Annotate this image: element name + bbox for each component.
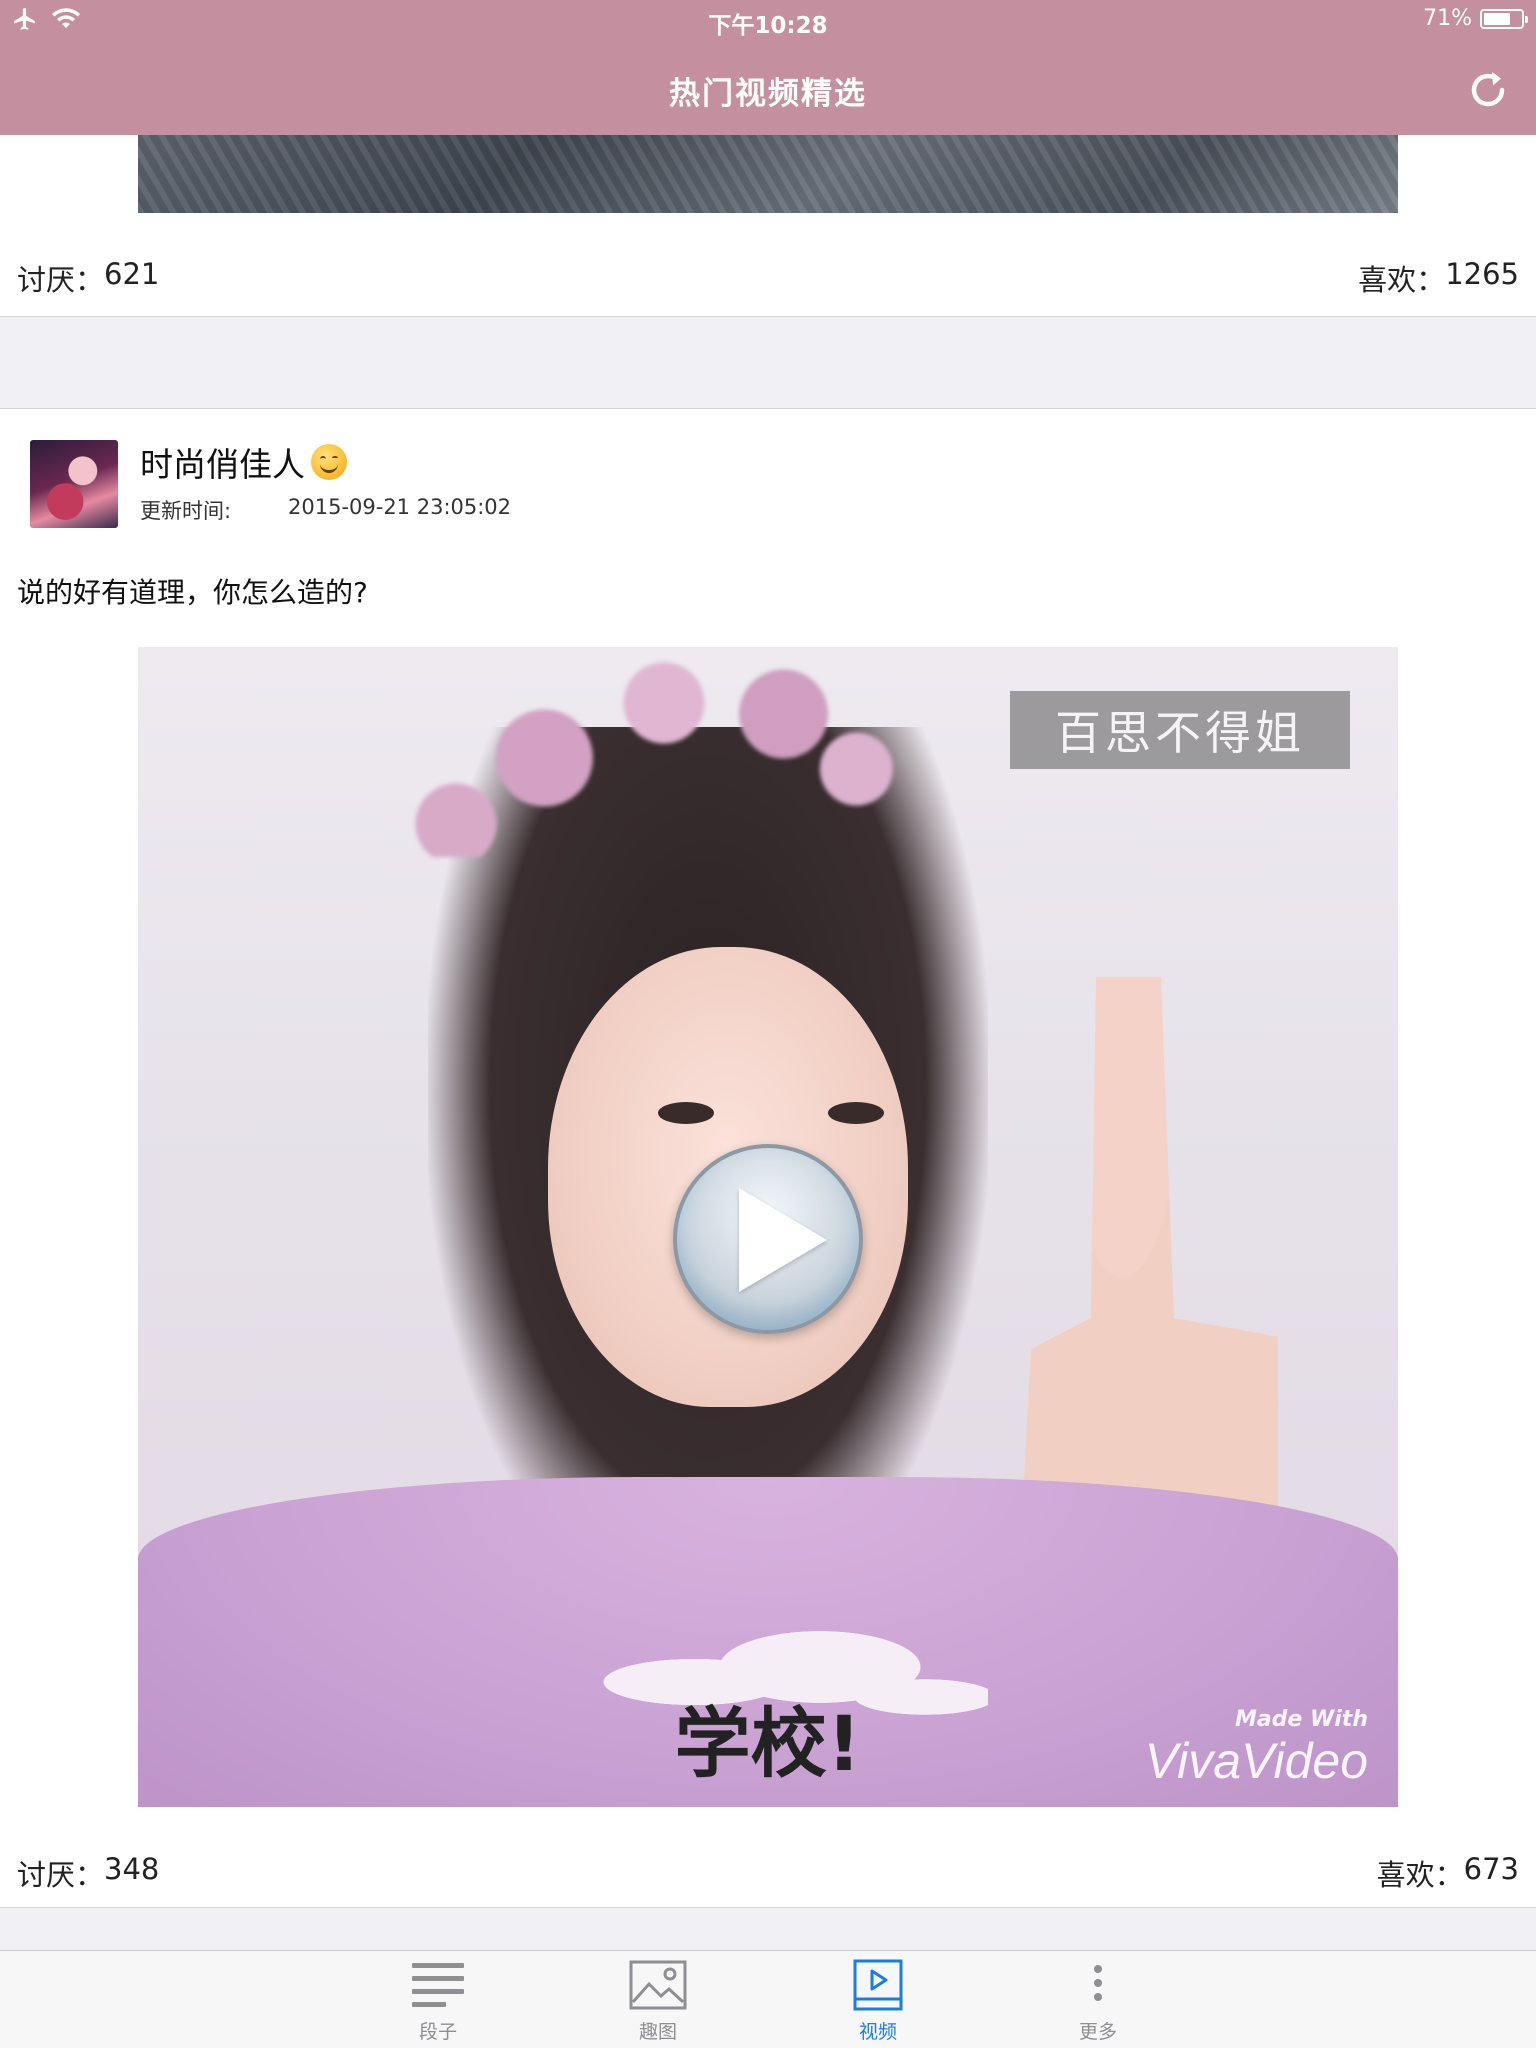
post-separator xyxy=(0,316,1536,409)
like-count: 1265 xyxy=(1445,257,1519,291)
username-text: 时尚俏佳人 xyxy=(140,445,305,484)
tab-label: 更多 xyxy=(1078,2021,1117,2043)
tab-label: 视频 xyxy=(858,2021,897,2043)
play-icon xyxy=(739,1188,827,1292)
post-votes: 讨厌： 348 喜欢： 673 xyxy=(0,1840,1536,1900)
smile-emoji-icon xyxy=(311,444,347,480)
tab-jokes[interactable]: 段子 xyxy=(378,1957,498,2045)
dislike-button[interactable]: 讨厌： 621 xyxy=(17,257,159,299)
video-icon xyxy=(853,1959,903,2011)
like-label: 喜欢： xyxy=(1376,1858,1464,1892)
tab-more[interactable]: 更多 xyxy=(1038,1957,1158,2045)
previous-video-thumbnail[interactable] xyxy=(138,135,1398,213)
list-icon xyxy=(412,1963,464,2007)
tab-label: 段子 xyxy=(418,2021,457,2043)
avatar[interactable] xyxy=(30,440,118,528)
update-time-label: 更新时间: xyxy=(140,499,232,523)
page-title: 热门视频精选 xyxy=(669,76,867,112)
previous-post-votes: 讨厌： 621 喜欢： 1265 xyxy=(0,245,1536,305)
update-time-value: 2015-09-21 23:05:02 xyxy=(288,495,512,519)
battery-percent: 71% xyxy=(1423,6,1472,31)
video-brand-small: Made With xyxy=(1234,1707,1368,1732)
tab-pictures[interactable]: 趣图 xyxy=(598,1957,718,2045)
battery-icon xyxy=(1480,8,1528,29)
dislike-label: 讨厌： xyxy=(17,263,105,297)
app-screen: 下午10:28 71% 热门视频精选 讨厌： 621 喜欢： 1265 时尚俏佳… xyxy=(0,0,1536,2048)
video-watermark: 百思不得姐 xyxy=(1010,691,1350,769)
status-time: 下午10:28 xyxy=(708,13,828,39)
like-label: 喜欢： xyxy=(1358,263,1446,297)
tab-bar: 段子 趣图 视频 更多 xyxy=(0,1950,1536,2048)
video-feed[interactable]: 讨厌： 621 喜欢： 1265 时尚俏佳人 更新时间: 2015-09-21 … xyxy=(0,135,1536,1950)
like-button[interactable]: 喜欢： 673 xyxy=(1377,1852,1519,1894)
tab-videos[interactable]: 视频 xyxy=(818,1957,938,2045)
post-text: 说的好有道理，你怎么造的? xyxy=(17,576,368,609)
status-right: 71% xyxy=(1423,6,1528,31)
more-icon xyxy=(1094,1965,1102,2001)
dislike-label: 讨厌： xyxy=(17,1858,105,1892)
top-bar: 下午10:28 71% 热门视频精选 xyxy=(0,0,1536,135)
like-button[interactable]: 喜欢： 1265 xyxy=(1358,257,1519,299)
battery-level xyxy=(1484,12,1510,25)
like-count: 673 xyxy=(1463,1852,1519,1886)
image-icon xyxy=(629,1960,687,2010)
status-bar: 下午10:28 71% xyxy=(0,0,1536,40)
dislike-button[interactable]: 讨厌： 348 xyxy=(17,1852,159,1894)
video-thumbnail[interactable]: 百思不得姐 学校! Made With VivaVideo xyxy=(138,647,1398,1807)
play-button[interactable] xyxy=(673,1144,863,1334)
username[interactable]: 时尚俏佳人 xyxy=(140,438,347,486)
refresh-icon[interactable] xyxy=(1462,64,1514,116)
tab-label: 趣图 xyxy=(638,2021,677,2043)
dislike-count: 621 xyxy=(104,257,160,291)
post-separator xyxy=(0,1907,1536,1950)
video-brand: VivaVideo xyxy=(1144,1733,1368,1789)
dislike-count: 348 xyxy=(104,1852,160,1886)
